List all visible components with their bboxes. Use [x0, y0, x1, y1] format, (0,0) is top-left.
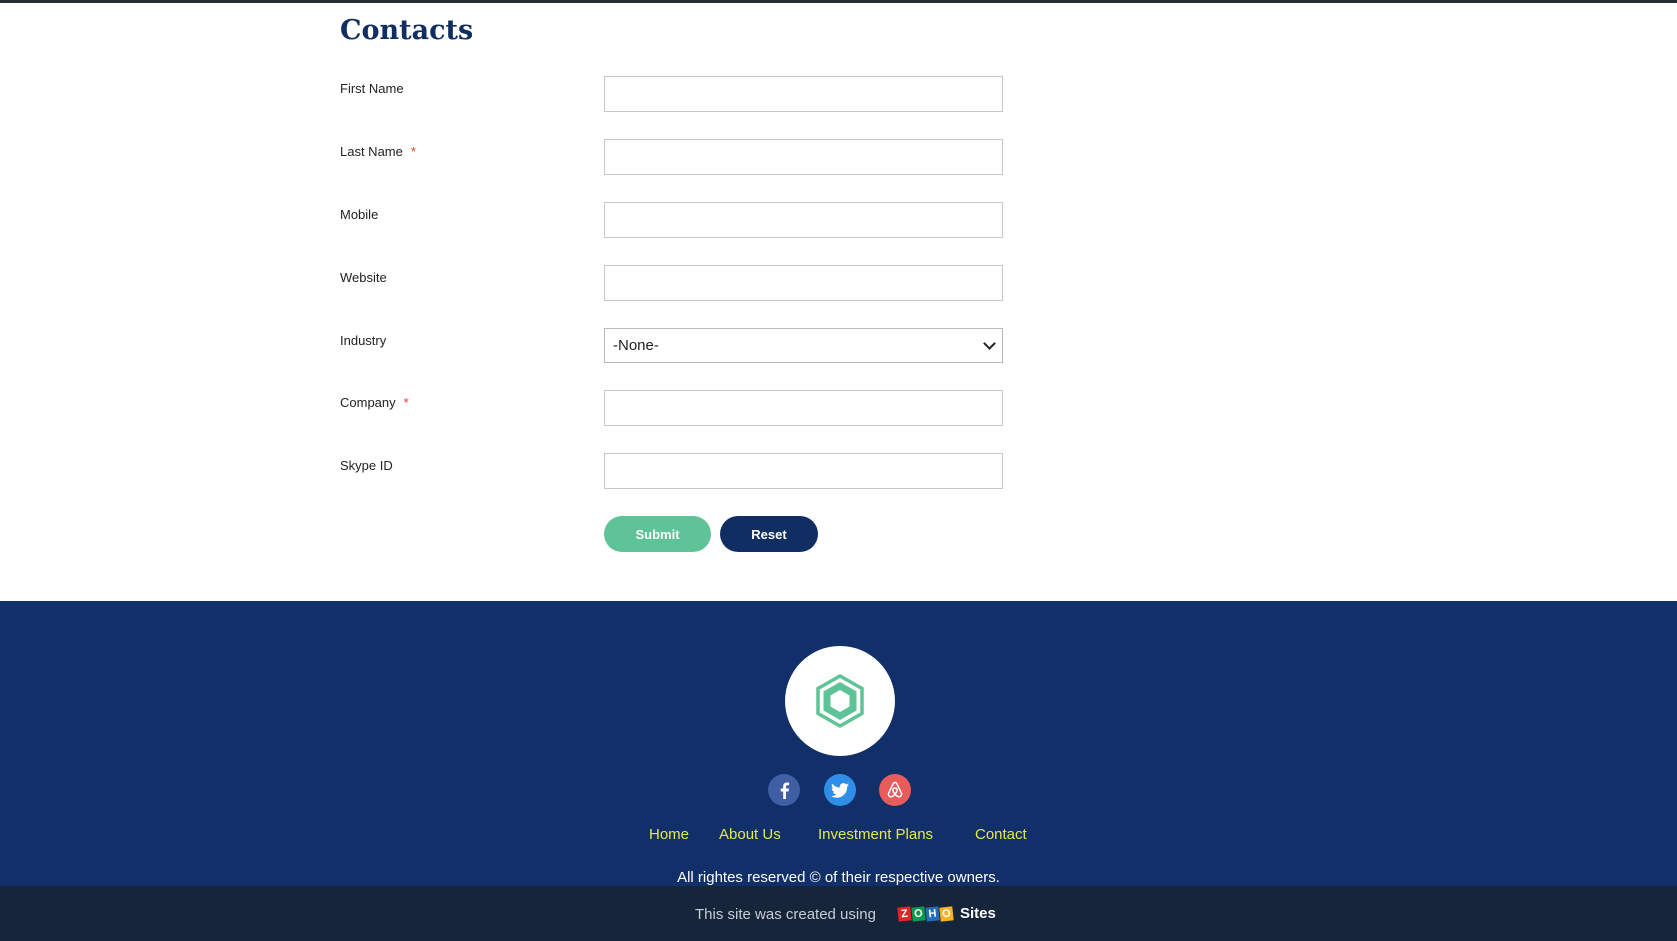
mobile-row: Mobile [340, 202, 1003, 240]
industry-select[interactable]: -None- [604, 328, 1003, 363]
website-input[interactable] [604, 265, 1003, 301]
zoho-letter-z: Z [897, 905, 912, 922]
zoho-letter-o2: O [939, 905, 954, 922]
industry-row: Industry -None- [340, 328, 1003, 366]
footer-nav-contact[interactable]: Contact [975, 826, 1027, 843]
zoho-letter-o: O [911, 905, 926, 922]
submit-button[interactable]: Submit [604, 516, 711, 552]
contact-form-section: Contacts First Name Last Name * Mobile We… [0, 3, 1677, 601]
copyright-text: All rightes reserved © of their respecti… [677, 869, 1000, 886]
footer-nav-home[interactable]: Home [649, 826, 689, 843]
twitter-link[interactable] [824, 774, 856, 806]
footer-logo[interactable] [785, 646, 895, 756]
created-using-text: This site was created using [695, 906, 876, 923]
last-name-input[interactable] [604, 139, 1003, 175]
first-name-label: First Name [340, 81, 404, 96]
reset-button[interactable]: Reset [720, 516, 818, 552]
website-row: Website [340, 265, 1003, 303]
facebook-icon [780, 782, 790, 799]
site-footer: Home About Us Investment Plans Contact A… [0, 601, 1677, 886]
skype-id-row: Skype ID [340, 453, 1003, 491]
zoho-sites-label: Sites [960, 905, 996, 922]
company-row: Company * [340, 390, 1003, 428]
mobile-input[interactable] [604, 202, 1003, 238]
last-name-label: Last Name * [340, 144, 416, 159]
hexagon-logo-icon [816, 673, 864, 729]
facebook-link[interactable] [768, 774, 800, 806]
industry-label: Industry [340, 333, 387, 348]
footer-nav-about-us[interactable]: About Us [719, 826, 781, 843]
chevron-down-icon [983, 337, 996, 350]
company-input[interactable] [604, 390, 1003, 426]
airbnb-icon [887, 781, 903, 798]
twitter-icon [831, 782, 849, 798]
skype-id-input[interactable] [604, 453, 1003, 489]
website-label: Website [340, 270, 387, 285]
mobile-label: Mobile [340, 207, 379, 222]
last-name-row: Last Name * [340, 139, 1003, 177]
site-credit-bar: This site was created using Z O H O Site… [0, 886, 1677, 941]
zoho-letter-h: H [925, 905, 940, 922]
zoho-sites-logo[interactable]: Z O H O Sites [897, 905, 996, 922]
first-name-row: First Name [340, 76, 1003, 114]
required-asterisk: * [410, 144, 416, 159]
airbnb-link[interactable] [879, 774, 911, 806]
industry-selected-value: -None- [613, 337, 659, 354]
first-name-input[interactable] [604, 76, 1003, 112]
skype-id-label: Skype ID [340, 458, 393, 473]
company-label: Company * [340, 395, 409, 410]
required-asterisk: * [403, 395, 409, 410]
footer-nav-investment-plans[interactable]: Investment Plans [818, 826, 933, 843]
form-title: Contacts [340, 15, 474, 46]
